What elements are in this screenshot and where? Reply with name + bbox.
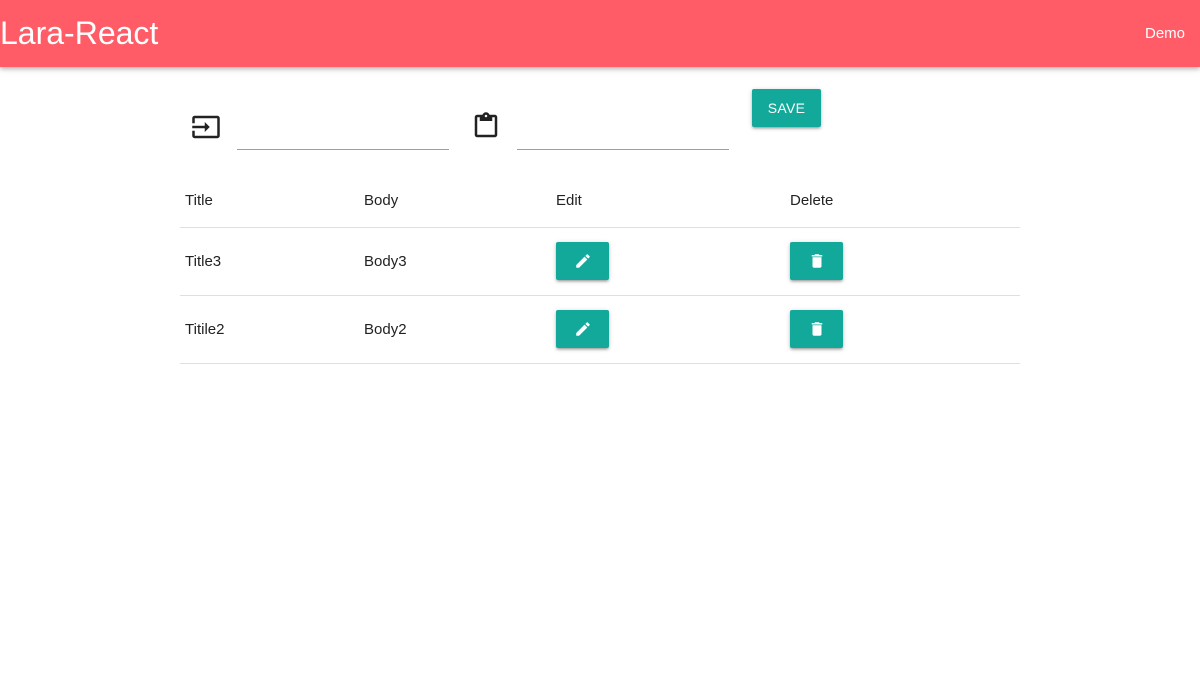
- header-edit: Edit: [556, 192, 582, 209]
- input-icon: [191, 112, 221, 142]
- delete-button[interactable]: [790, 310, 843, 348]
- header-delete: Delete: [790, 192, 834, 209]
- table-row: Title3 Body3: [180, 228, 1020, 296]
- row-title: Titile2: [185, 321, 225, 338]
- pencil-icon: [575, 254, 590, 268]
- table-header-row: Title Body Edit Delete: [180, 174, 1020, 228]
- clipboard-icon: [471, 111, 501, 141]
- trash-icon: [811, 254, 822, 268]
- row-title: Title3: [185, 253, 222, 270]
- row-body: Body3: [364, 253, 407, 270]
- edit-button[interactable]: [556, 310, 609, 348]
- nav-link-demo[interactable]: Demo: [1145, 24, 1185, 44]
- header-body: Body: [364, 192, 399, 209]
- trash-icon: [811, 322, 822, 336]
- edit-button[interactable]: [556, 242, 609, 280]
- top-navbar: Lara-React Demo: [0, 0, 1200, 67]
- delete-button[interactable]: [790, 242, 843, 280]
- title-input[interactable]: [237, 118, 449, 150]
- table-row: Titile2 Body2: [180, 296, 1020, 364]
- body-input[interactable]: [517, 118, 729, 150]
- save-button[interactable]: SAVE: [752, 89, 821, 127]
- row-body: Body2: [364, 321, 407, 338]
- pencil-icon: [575, 322, 590, 336]
- posts-table: Title Body Edit Delete Title3 Body3 Titi…: [180, 174, 1020, 364]
- brand-logo-link[interactable]: Lara-React: [0, 15, 158, 51]
- header-title: Title: [185, 192, 213, 209]
